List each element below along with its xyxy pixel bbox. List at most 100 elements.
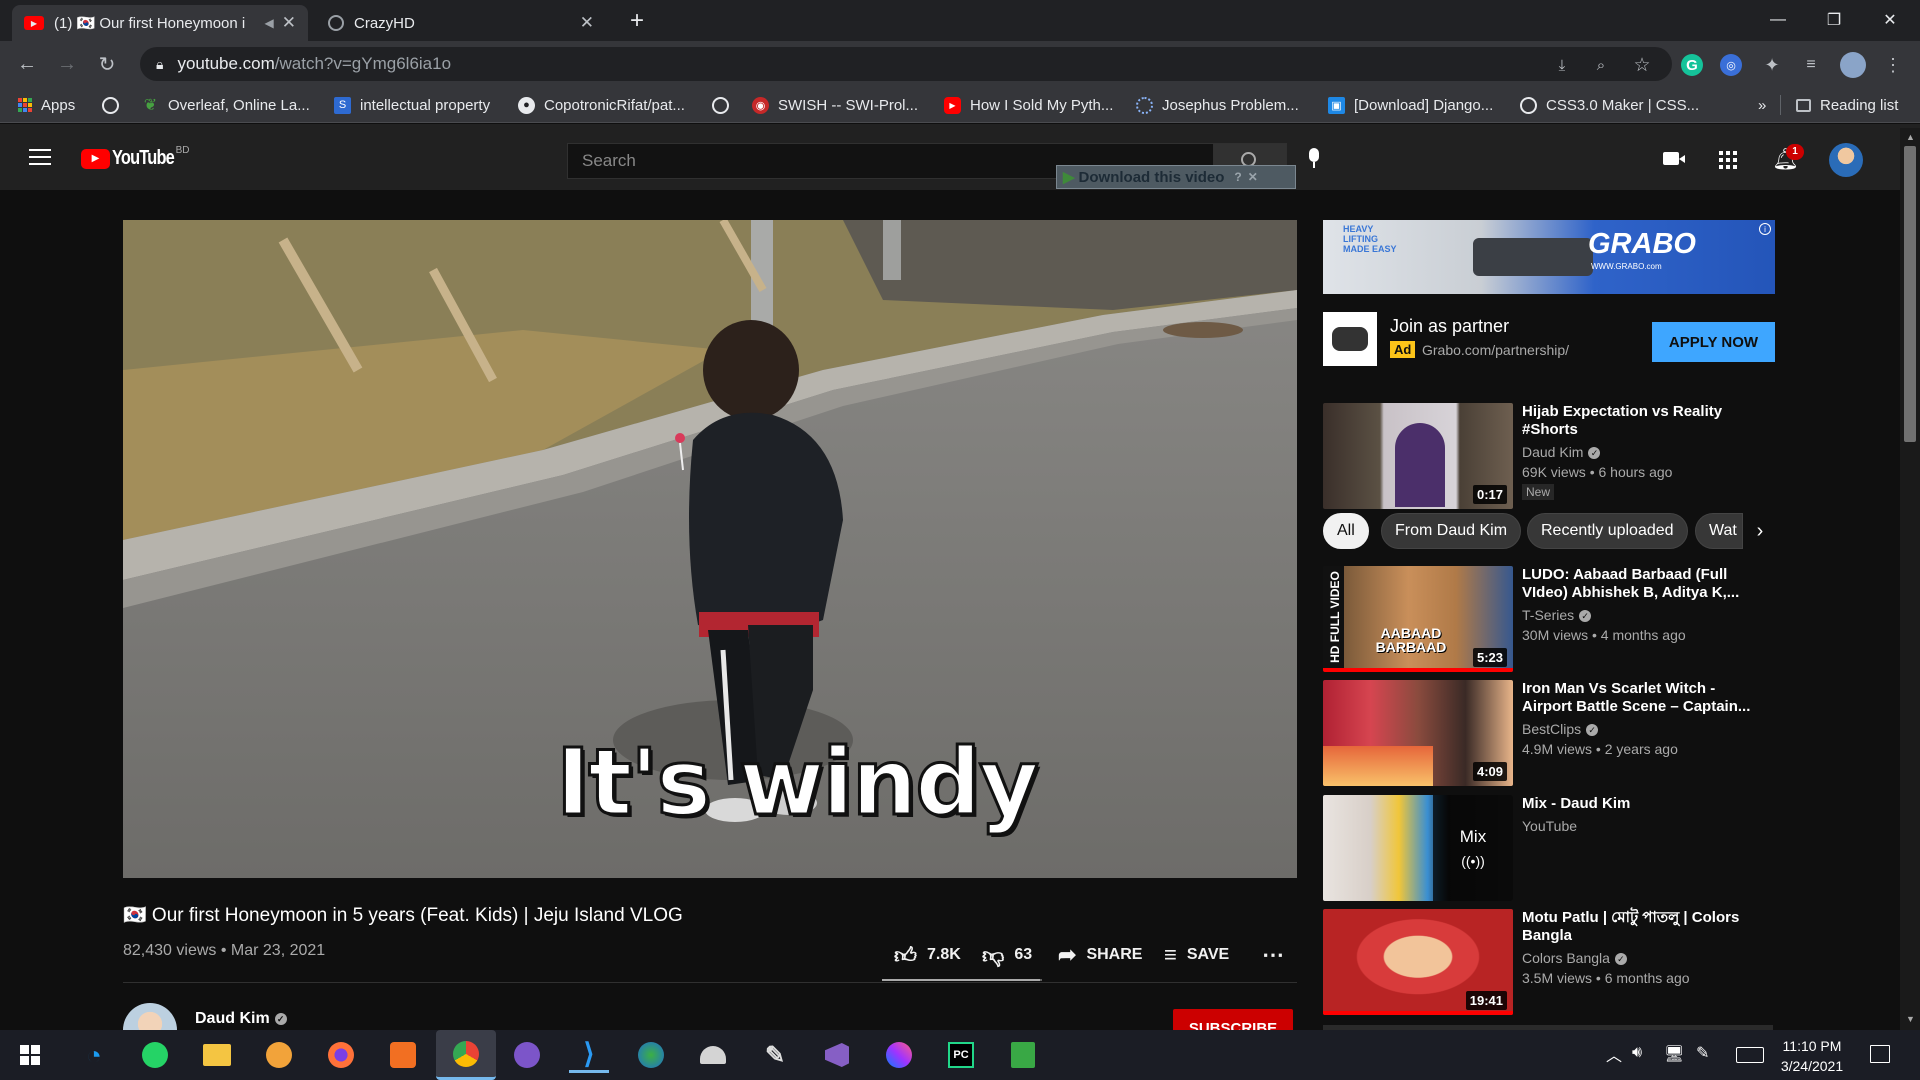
ad-banner[interactable]: HEAVY LIFTING MADE EASY GRABO WWW.GRABO.…: [1323, 220, 1775, 294]
recommended-item[interactable]: HD FULL VIDEO AABAAD BARBAAD 5:23 LUDO: …: [1323, 566, 1773, 672]
whatsapp-icon[interactable]: [135, 1037, 175, 1073]
messenger-icon[interactable]: [879, 1037, 919, 1073]
bookmark-overleaf[interactable]: ❦ Overleaf, Online La...: [142, 93, 310, 117]
bookmark-star-icon[interactable]: ☆: [1631, 54, 1653, 76]
github-desktop-icon[interactable]: [507, 1037, 547, 1073]
bookmark-globe-2[interactable]: [712, 93, 738, 117]
ad-info-icon[interactable]: i: [1759, 223, 1771, 235]
close-tab-icon[interactable]: ✕: [580, 13, 594, 33]
account-avatar[interactable]: [1829, 143, 1863, 177]
restore-button[interactable]: ❐: [1806, 0, 1862, 40]
channel-name[interactable]: Daud Kim ✓: [195, 1010, 287, 1028]
hamburger-menu-icon[interactable]: [29, 149, 51, 165]
spreadsheet-app-icon[interactable]: [1003, 1037, 1043, 1073]
tray-chevron-icon[interactable]: ︿: [1606, 1042, 1622, 1066]
firefox-icon[interactable]: [321, 1037, 361, 1073]
globe-app-icon[interactable]: [631, 1037, 671, 1073]
bookmarks-overflow-button[interactable]: »: [1758, 93, 1766, 117]
bookmark-ip[interactable]: Sintellectual property: [334, 93, 490, 117]
close-icon[interactable]: ✕: [1248, 170, 1258, 184]
windows-start-icon[interactable]: [10, 1037, 50, 1073]
subscribe-button[interactable]: SUBSCRIBE: [1173, 1009, 1293, 1030]
pen-icon[interactable]: ✎: [1696, 1043, 1709, 1063]
install-app-icon[interactable]: ⤓: [1551, 54, 1573, 76]
puzzle-extensions-icon[interactable]: ✦: [1761, 54, 1783, 76]
bookmark-swish[interactable]: ◉ SWISH -- SWI-Prol...: [752, 93, 918, 117]
minimize-button[interactable]: —: [1750, 0, 1806, 40]
reading-list-button[interactable]: Reading list: [1796, 93, 1898, 117]
chip-from-daud-kim[interactable]: From Daud Kim: [1381, 513, 1522, 549]
ad-title[interactable]: Join as partner: [1390, 316, 1509, 337]
verified-badge-icon: ✓: [1586, 724, 1599, 737]
video-stats: 4.9M views • 2 years ago: [1522, 741, 1678, 757]
divider: [123, 982, 1297, 983]
video-title: Hijab Expectation vs Reality #Shorts: [1522, 403, 1723, 438]
video-player[interactable]: It's windy: [123, 220, 1297, 878]
tab-youtube[interactable]: ▶ (1) 🇰🇷 Our first Honeymoon i ◀ ✕: [12, 5, 308, 41]
page-scrollbar[interactable]: ▲ ▼: [1900, 128, 1920, 1030]
back-button[interactable]: ←: [12, 50, 42, 78]
zoom-icon[interactable]: ⌕: [1590, 54, 1612, 76]
extension-icon[interactable]: ◎: [1720, 54, 1742, 76]
scrollbar-thumb[interactable]: [1904, 146, 1916, 442]
bookmark-youtube[interactable]: ▶ How I Sold My Pyth...: [944, 93, 1113, 117]
notification-center-icon[interactable]: [1870, 1045, 1890, 1063]
vscode-icon[interactable]: ⟩: [569, 1037, 609, 1073]
create-video-icon[interactable]: [1663, 152, 1685, 165]
bookmark-globe[interactable]: [102, 93, 128, 117]
sync-app-icon[interactable]: ◔: [74, 1037, 114, 1073]
bookmark-css3[interactable]: CSS3.0 Maker | CSS...: [1520, 93, 1699, 117]
file-explorer-icon[interactable]: [197, 1037, 237, 1073]
speaker-muted-icon[interactable]: ◀: [265, 16, 274, 30]
like-button[interactable]: 👍︎ 7.8K: [894, 943, 961, 968]
close-window-button[interactable]: ✕: [1862, 0, 1918, 40]
pycharm-icon[interactable]: PC: [941, 1037, 981, 1073]
scroll-up-arrow-icon[interactable]: ▲: [1906, 132, 1915, 142]
chrome-menu-icon[interactable]: ⋮: [1882, 54, 1904, 76]
mushroom-app-icon[interactable]: [693, 1037, 733, 1073]
volume-icon[interactable]: 🔊︎: [1632, 1044, 1642, 1062]
bookmark-django[interactable]: ▣ [Download] Django...: [1328, 93, 1493, 117]
dislike-button[interactable]: 👎︎ 63: [982, 943, 1032, 968]
apps-grid-icon[interactable]: [1719, 151, 1737, 169]
youtube-logo[interactable]: ▶ YouTube BD: [81, 145, 201, 170]
share-button[interactable]: ➦ SHARE: [1058, 942, 1142, 967]
chips-next-chevron-icon[interactable]: ›: [1745, 516, 1775, 546]
close-tab-icon[interactable]: ✕: [282, 13, 296, 33]
channel-name: BestClips ✓: [1522, 721, 1599, 737]
bookmark-josephus[interactable]: Josephus Problem...: [1136, 93, 1299, 117]
reload-button[interactable]: ↻: [92, 50, 122, 78]
tab-crazyhd[interactable]: CrazyHD ✕: [316, 5, 606, 41]
chip-recently-uploaded[interactable]: Recently uploaded: [1527, 513, 1688, 549]
recommended-item[interactable]: 19:41 Motu Patlu | মোটু পাতলু | Colors B…: [1323, 909, 1773, 1015]
brave-browser-icon[interactable]: [259, 1037, 299, 1073]
bookmark-apps[interactable]: Apps: [18, 93, 75, 117]
network-icon[interactable]: 🖥︎: [1664, 1044, 1684, 1064]
inkscape-icon[interactable]: ✎: [755, 1037, 795, 1073]
forward-button[interactable]: →: [52, 50, 82, 78]
more-actions-icon[interactable]: ⋯: [1262, 942, 1284, 967]
visual-studio-icon[interactable]: [817, 1037, 857, 1073]
chip-watched[interactable]: Wat: [1695, 513, 1743, 549]
new-tab-button[interactable]: +: [622, 6, 652, 36]
chip-all[interactable]: All: [1323, 513, 1369, 549]
profile-avatar[interactable]: [1840, 52, 1866, 78]
clock[interactable]: 11:10 PM 3/24/2021: [1776, 1036, 1848, 1076]
channel-avatar[interactable]: [123, 1003, 177, 1033]
chrome-taskbar-icon[interactable]: [436, 1030, 496, 1080]
media-control-icon[interactable]: ≡: [1800, 54, 1822, 76]
scroll-down-arrow-icon[interactable]: ▼: [1906, 1014, 1915, 1024]
bookmark-github[interactable]: ● CopotronicRifat/pat...: [518, 93, 685, 117]
download-video-bar[interactable]: ▶ Download this video ? ✕: [1056, 165, 1296, 189]
help-icon[interactable]: ?: [1234, 170, 1241, 184]
recommended-item[interactable]: Mix ((•)) Mix - Daud Kim YouTube: [1323, 795, 1773, 901]
save-button[interactable]: ≡ SAVE: [1164, 942, 1229, 967]
office-app-icon[interactable]: [383, 1037, 423, 1073]
apply-now-button[interactable]: APPLY NOW: [1652, 322, 1775, 362]
grammarly-extension-icon[interactable]: G: [1681, 54, 1703, 76]
recommended-item[interactable]: 0:17 Hijab Expectation vs Reality #Short…: [1323, 403, 1773, 509]
recommended-item[interactable]: 4:09 Iron Man Vs Scarlet Witch - Airport…: [1323, 680, 1773, 786]
microphone-icon[interactable]: [1306, 148, 1322, 170]
address-bar[interactable]: 🔒︎ youtube.com/watch?v=gYmg6l6ia1o: [140, 47, 1672, 81]
keyboard-icon[interactable]: [1736, 1047, 1764, 1063]
